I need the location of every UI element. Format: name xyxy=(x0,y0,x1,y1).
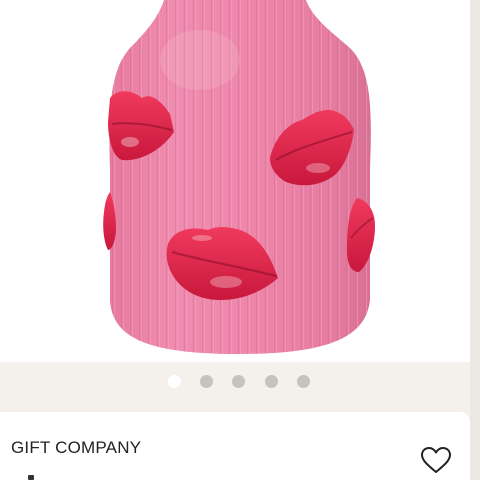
carousel-dot-1[interactable] xyxy=(168,375,181,388)
image-carousel-pagination xyxy=(0,362,470,406)
carousel-dot-3[interactable] xyxy=(232,375,245,388)
product-image[interactable] xyxy=(0,0,470,362)
carousel-dot-2[interactable] xyxy=(200,375,213,388)
product-info-card: GIFT COMPANY xyxy=(0,412,470,480)
heart-outline-icon xyxy=(421,447,451,473)
brand-name-link[interactable]: GIFT COMPANY xyxy=(11,438,141,458)
product-page: GIFT COMPANY xyxy=(0,0,480,480)
scrollbar-track xyxy=(470,0,480,480)
carousel-dot-5[interactable] xyxy=(297,375,310,388)
carousel-dot-4[interactable] xyxy=(265,375,278,388)
price-row-fragment xyxy=(28,475,34,480)
product-image-panel[interactable] xyxy=(0,0,470,362)
favorite-button[interactable] xyxy=(418,445,454,477)
